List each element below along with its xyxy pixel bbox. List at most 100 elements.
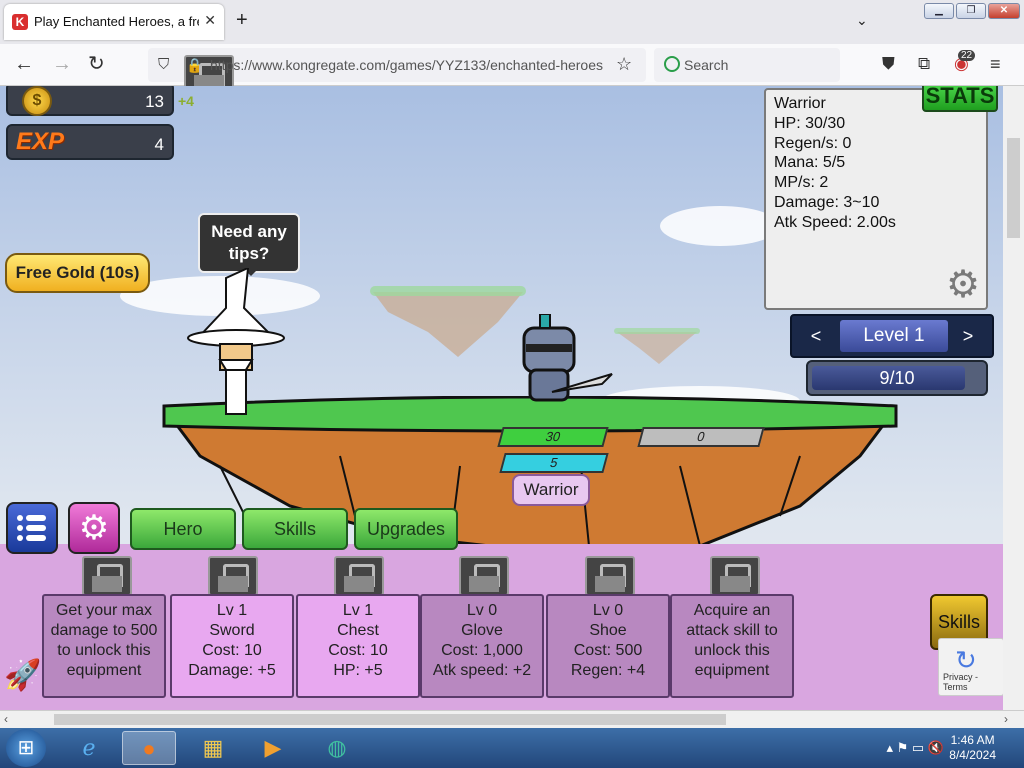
tab-close-icon[interactable]: ✕ xyxy=(204,12,216,29)
free-gold-button[interactable]: Free Gold (10s) xyxy=(5,253,150,293)
system-tray[interactable]: ▴ ⚑ ▭ 🔇 xyxy=(887,740,944,756)
firefox-icon[interactable]: ● xyxy=(122,731,176,765)
tips-speech-bubble[interactable]: Need any tips? xyxy=(198,213,300,276)
tab-bar: K Play Enchanted Heroes, a free o ✕ + ⌄ … xyxy=(0,0,1024,44)
media-player-icon[interactable]: ▶ xyxy=(246,731,300,765)
maximize-button[interactable]: ❐ xyxy=(956,3,986,19)
menu-hamburger-icon[interactable]: ≡ xyxy=(990,53,1001,75)
address-bar[interactable]: ⛉ 🔒 https://www.kongregate.com/games/YYZ… xyxy=(148,48,646,95)
gold-coin-icon: $ xyxy=(22,86,52,116)
equipment-slot-icon xyxy=(334,556,384,596)
equipment-slot-icon xyxy=(459,556,509,596)
tab-skills[interactable]: Skills xyxy=(242,508,348,550)
card-line: Glove xyxy=(461,622,503,639)
hero-hp-bar: 30 xyxy=(497,427,609,447)
level-label: Level 1 xyxy=(840,320,948,352)
internet-explorer-icon[interactable]: ℯ xyxy=(62,731,116,765)
search-placeholder: Search xyxy=(684,57,729,73)
card-line: to unlock this xyxy=(57,642,151,659)
close-window-button[interactable]: ✕ xyxy=(988,3,1020,19)
next-level-button[interactable]: > xyxy=(946,318,990,354)
equipment-card-chest[interactable]: Lv 1 Chest Cost: 10 HP: +5 xyxy=(296,594,420,698)
card-line: Lv 0 xyxy=(466,602,498,619)
forward-arrow-icon[interactable]: → xyxy=(52,53,72,75)
warrior-hero[interactable] xyxy=(512,314,622,414)
url-text[interactable]: https://www.kongregate.com/games/YYZ133/… xyxy=(210,57,603,73)
scrollbar-thumb[interactable] xyxy=(54,714,726,725)
horizontal-scrollbar[interactable]: ‹ › xyxy=(0,710,1024,728)
recaptcha-badge[interactable]: ↻ Privacy - Terms xyxy=(938,638,1003,696)
settings-gear-button[interactable]: ⚙ xyxy=(68,502,120,554)
equipment-card-locked[interactable]: Get your max damage to 500 to unlock thi… xyxy=(42,594,166,698)
screen: K Play Enchanted Heroes, a free o ✕ + ⌄ … xyxy=(0,0,1024,768)
card-line: attack skill to xyxy=(686,622,778,639)
equipment-card-locked[interactable]: Acquire an attack skill to unlock this e… xyxy=(670,594,794,698)
extensions-icon[interactable]: ⧉ xyxy=(918,53,930,75)
wizard-npc[interactable] xyxy=(186,268,296,418)
rocket-icon[interactable]: 🚀 xyxy=(4,656,41,696)
card-line: equipment xyxy=(694,662,770,679)
card-line: Lv 0 xyxy=(592,602,624,619)
back-arrow-icon[interactable]: ← xyxy=(14,53,34,75)
tab-upgrades[interactable]: Upgrades xyxy=(354,508,458,550)
settings-gear-icon[interactable]: ⚙ xyxy=(944,266,982,304)
cloud xyxy=(660,206,780,246)
game-canvas[interactable]: $ 13 +4 EXP 4 Free Gold (10s) Need any t… xyxy=(0,86,1003,710)
recaptcha-footer[interactable]: Privacy - Terms xyxy=(943,672,1003,692)
browser-tab[interactable]: K Play Enchanted Heroes, a free o ✕ xyxy=(4,4,224,40)
vertical-scrollbar[interactable] xyxy=(1003,86,1024,710)
gold-value: 13 xyxy=(145,92,164,111)
card-line: Cost: 10 xyxy=(328,642,388,659)
pocket-icon[interactable]: ⛊ xyxy=(882,53,895,75)
start-button[interactable]: ⊞ xyxy=(6,729,46,767)
equipment-card-shoe[interactable]: Lv 0 Shoe Cost: 500 Regen: +4 xyxy=(546,594,670,698)
scroll-left-icon[interactable]: ‹ xyxy=(4,712,8,726)
equipment-slot-icon xyxy=(585,556,635,596)
new-tab-button[interactable]: + xyxy=(236,10,248,30)
equipment-slot-icon xyxy=(710,556,760,596)
card-line: Lv 1 xyxy=(216,602,248,619)
gold-counter: $ 13 xyxy=(6,86,174,116)
card-line: Lv 1 xyxy=(342,602,374,619)
card-line: equipment xyxy=(66,662,142,679)
minimize-button[interactable]: ▁ xyxy=(924,3,954,19)
shield-icon[interactable]: ⛉ xyxy=(158,56,169,73)
hero-name-label: Warrior xyxy=(512,474,590,506)
stats-regen: Regen/s: 0 xyxy=(774,134,852,152)
card-line: Acquire an xyxy=(693,602,771,619)
equipment-card-sword[interactable]: Lv 1 Sword Cost: 10 Damage: +5 xyxy=(170,594,294,698)
scrollbar-thumb[interactable] xyxy=(1007,138,1020,238)
hero-mp-bar: 5 xyxy=(499,453,609,473)
reload-icon[interactable]: ↻ xyxy=(88,53,105,75)
card-line: Chest xyxy=(337,622,379,639)
bookmark-star-icon[interactable]: ☆ xyxy=(616,54,632,75)
clock-date: 8/4/2024 xyxy=(949,748,996,762)
addon-badge: 22 xyxy=(958,50,976,61)
stats-damage: Damage: 3~10 xyxy=(774,193,880,211)
clock-time: 1:46 AM xyxy=(950,733,995,747)
file-explorer-icon[interactable]: ▦ xyxy=(186,731,240,765)
windows-taskbar: ⊞ ℯ ● ▦ ▶ ◍ ▴ ⚑ ▭ 🔇 1:46 AM 8/4/2024 xyxy=(0,728,1024,768)
card-line: Damage: +5 xyxy=(188,662,276,679)
prev-level-button[interactable]: < xyxy=(794,318,838,354)
app-icon[interactable]: ◍ xyxy=(310,731,364,765)
equipment-card-glove[interactable]: Lv 0 Glove Cost: 1,000 Atk speed: +2 xyxy=(420,594,544,698)
stats-mps: MP/s: 2 xyxy=(774,174,829,192)
scroll-right-icon[interactable]: › xyxy=(1004,712,1008,726)
card-line: Cost: 500 xyxy=(573,642,643,659)
equipment-slot-icon xyxy=(208,556,258,596)
tab-hero[interactable]: Hero xyxy=(130,508,236,550)
clock[interactable]: 1:46 AM 8/4/2024 xyxy=(949,733,996,763)
card-line: Atk speed: +2 xyxy=(432,662,532,679)
exp-value: 4 xyxy=(154,135,164,154)
list-tabs-chevron-icon[interactable]: ⌄ xyxy=(856,12,868,29)
menu-list-button[interactable] xyxy=(6,502,58,554)
card-line: Cost: 10 xyxy=(202,642,262,659)
tab-title: Play Enchanted Heroes, a free o xyxy=(34,14,199,29)
stats-button[interactable]: STATS xyxy=(922,86,998,112)
stats-hp: HP: 30/30 xyxy=(774,114,846,132)
search-input[interactable]: Search xyxy=(654,48,840,82)
gold-gain: +4 xyxy=(178,93,194,109)
navigation-bar: ← → ↻ ⛉ 🔒 https://www.kongregate.com/gam… xyxy=(0,44,1024,95)
card-line: Regen: +4 xyxy=(570,662,646,679)
